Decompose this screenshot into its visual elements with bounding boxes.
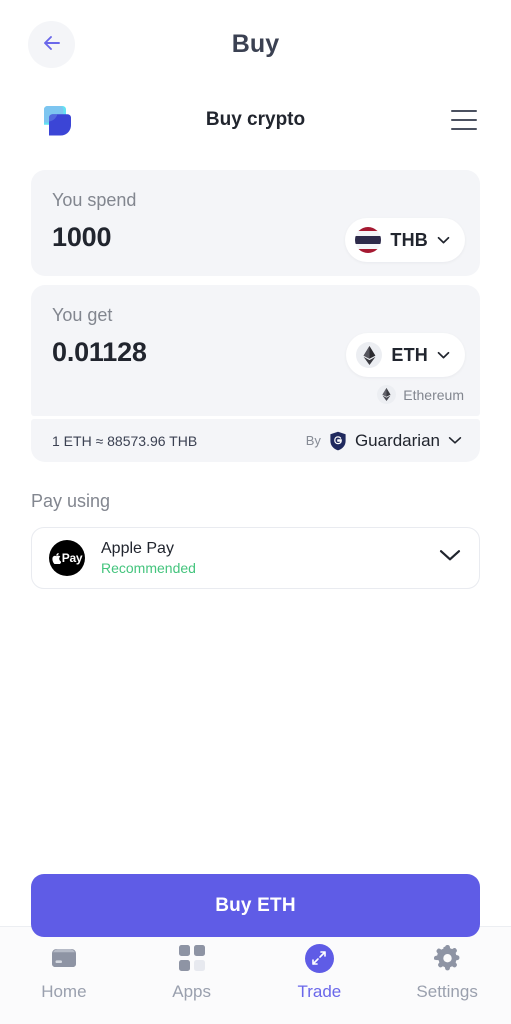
network-name: Ethereum xyxy=(403,386,464,403)
ethereum-icon xyxy=(356,342,383,368)
widget-title: Buy crypto xyxy=(205,109,306,130)
hamburger-line xyxy=(451,128,477,130)
hamburger-line xyxy=(451,110,477,112)
gear-icon xyxy=(432,943,462,973)
chevron-down-icon xyxy=(439,549,461,567)
buy-eth-button[interactable]: Buy ETH xyxy=(31,874,480,937)
spend-label: You spend xyxy=(52,190,137,210)
get-card: You get ETH xyxy=(31,285,480,416)
tab-settings-label: Settings xyxy=(416,982,478,1001)
buy-crypto-screen: Buy Buy crypto You spend 1000 THB You ge… xyxy=(0,0,511,1024)
get-currency-selector[interactable]: ETH xyxy=(346,333,465,377)
payment-method-badge: Recommended xyxy=(101,560,196,576)
provider-selector[interactable]: By Guardarian xyxy=(306,431,462,451)
hamburger-line xyxy=(451,119,477,121)
provider-by-label: By xyxy=(305,433,321,448)
chevron-down-icon xyxy=(437,233,450,248)
chevron-down-icon xyxy=(437,348,450,363)
grid-apps-icon xyxy=(177,943,207,973)
ethereum-icon xyxy=(377,385,397,404)
spend-card: You spend THB xyxy=(31,170,480,276)
page-title: Buy xyxy=(231,30,280,58)
spend-amount-input[interactable] xyxy=(52,222,292,253)
payment-method-info: Apple Pay Recommended xyxy=(101,540,439,576)
top-navigation-bar: Buy xyxy=(0,0,511,90)
payment-method-name: Apple Pay xyxy=(101,540,174,557)
pay-using-label: Pay using xyxy=(31,491,111,511)
exchange-rate-text: 1 ETH ≈ 88573.96 THB xyxy=(52,432,198,449)
exchange-rate-row: 1 ETH ≈ 88573.96 THB By Guardarian xyxy=(31,419,480,462)
exchange-form: You spend THB You get xyxy=(0,152,511,937)
trade-expand-icon xyxy=(304,943,334,973)
apple-pay-text: Pay xyxy=(61,551,83,565)
bottom-tab-bar: Home Apps Trade Settings xyxy=(0,926,511,1024)
tab-home-label: Home xyxy=(41,982,87,1001)
get-currency-code: ETH xyxy=(391,344,428,365)
tab-settings[interactable]: Settings xyxy=(383,943,511,1002)
spend-currency-code: THB xyxy=(390,229,428,250)
provider-name: Guardarian xyxy=(354,430,440,450)
apple-pay-icon: Pay xyxy=(49,540,85,576)
chevron-down-icon xyxy=(448,432,462,450)
hamburger-menu-icon[interactable] xyxy=(451,110,477,130)
tab-apps[interactable]: Apps xyxy=(128,943,256,1002)
network-indicator: Ethereum xyxy=(377,385,464,404)
payment-method-selector[interactable]: Pay Apple Pay Recommended xyxy=(31,527,480,589)
guardarian-shield-icon xyxy=(329,431,347,451)
widget-header: Buy crypto xyxy=(0,90,511,152)
tab-trade-label: Trade xyxy=(297,982,342,1001)
spend-currency-selector[interactable]: THB xyxy=(345,218,465,262)
tab-apps-label: Apps xyxy=(172,982,211,1001)
thailand-flag-icon xyxy=(355,227,382,253)
get-label: You get xyxy=(52,305,113,325)
get-amount-input[interactable] xyxy=(52,337,292,368)
tab-home[interactable]: Home xyxy=(0,943,128,1002)
tab-trade[interactable]: Trade xyxy=(256,943,384,1002)
wallet-icon xyxy=(49,943,79,973)
